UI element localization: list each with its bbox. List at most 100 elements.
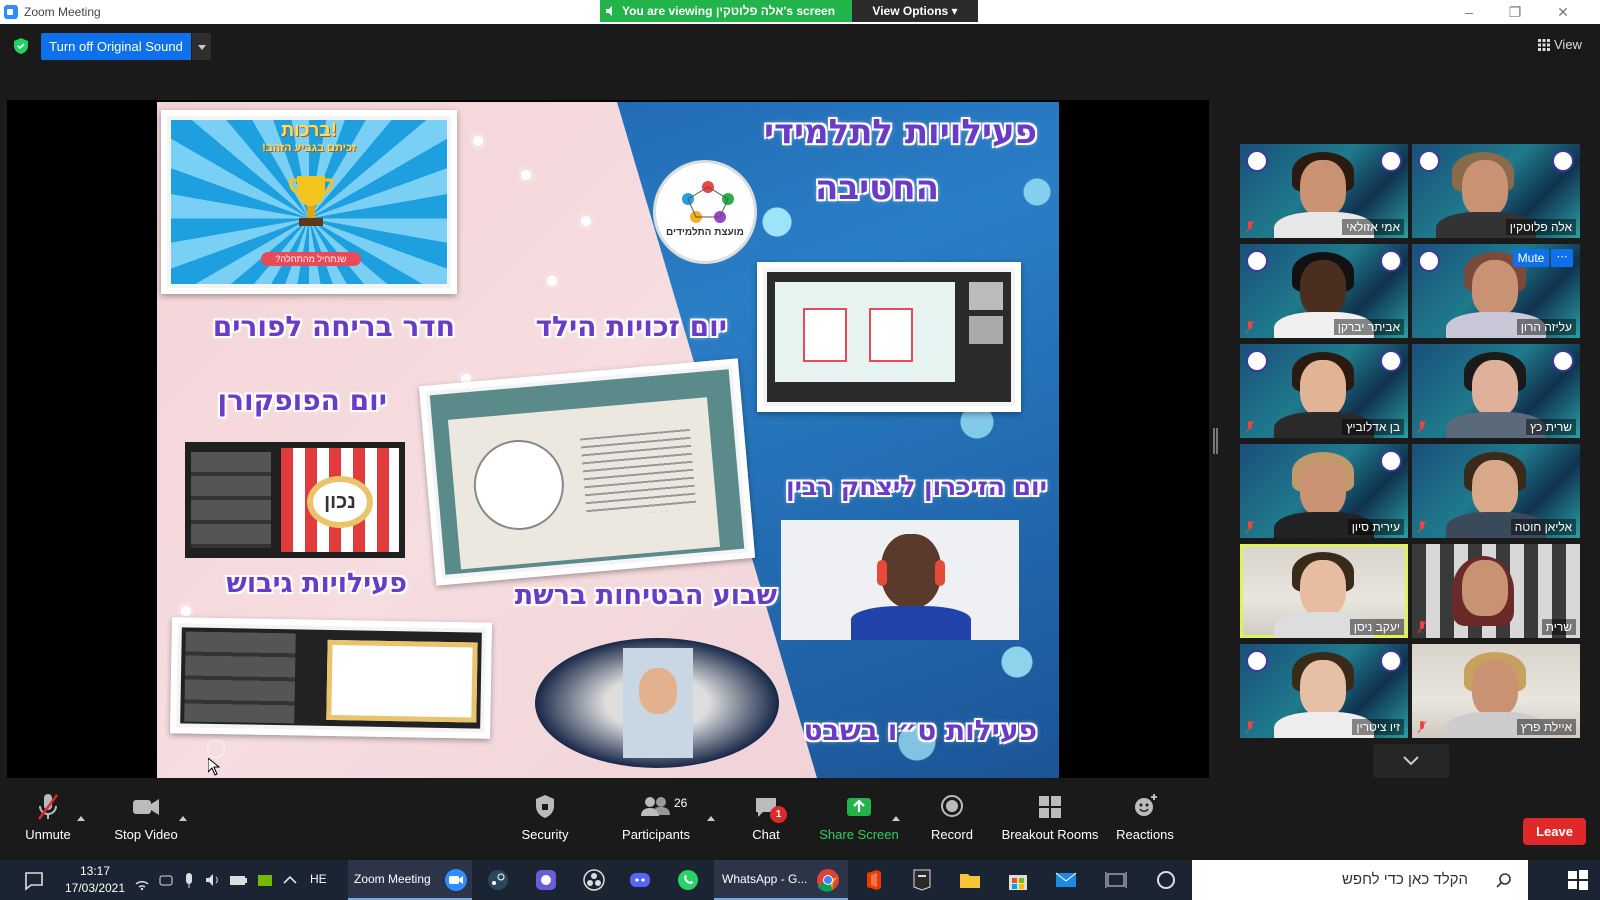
participants-button[interactable]: 26 Participants — [614, 790, 698, 852]
battery-icon[interactable] — [228, 868, 248, 892]
video-options-caret[interactable] — [178, 814, 188, 824]
file-explorer-icon[interactable] — [958, 868, 982, 892]
mic-muted-icon — [1246, 721, 1254, 733]
participant-tile[interactable]: אמי אזולאי — [1240, 144, 1408, 238]
microsoft-store-icon[interactable] — [1006, 868, 1030, 892]
headset-left — [877, 560, 887, 586]
participant-name: אמי אזולאי — [1342, 219, 1404, 235]
participant-tile[interactable]: שרית — [1412, 544, 1580, 638]
participant-tile-active-speaker[interactable]: יעקב ניסן — [1240, 544, 1408, 638]
participants-options-caret[interactable] — [706, 814, 716, 824]
clock-date: 17/03/2021 — [64, 881, 126, 895]
office-icon[interactable] — [862, 868, 886, 892]
label-bonding: פעילויות גיבוש — [226, 568, 407, 599]
discord-icon[interactable] — [628, 868, 652, 892]
slide-photo-kid-headset — [781, 520, 1019, 640]
chat-button[interactable]: Chat — [740, 790, 792, 852]
clock-time: 13:17 — [79, 864, 111, 878]
participant-tile[interactable]: אליאן חוטה — [1412, 444, 1580, 538]
chevron-up-icon[interactable] — [282, 868, 298, 892]
task-view-icon[interactable] — [1104, 868, 1128, 892]
unmute-button[interactable]: Unmute — [14, 790, 82, 852]
app-icon[interactable] — [534, 868, 558, 892]
kid-shirt — [851, 606, 971, 640]
participant-tile[interactable]: בן אדלוביץ — [1240, 344, 1408, 438]
label-popcorn-day: יום הפופקורן — [217, 384, 387, 417]
audio-options-caret[interactable] — [76, 814, 86, 824]
viewing-banner-text: You are viewing אלה פלוטקין's screen — [622, 4, 836, 18]
turn-off-original-sound-button[interactable]: Turn off Original Sound — [41, 33, 191, 60]
view-options-button[interactable]: View Options ▾ — [852, 0, 978, 22]
slide-photo-trophy-screen: ברכות! זכיתם בגביע הזהב! שנתחיל מהתחלה? — [161, 110, 457, 294]
stop-video-button[interactable]: Stop Video — [108, 790, 184, 852]
microphone-tray-icon[interactable] — [182, 868, 196, 892]
participant-more-button[interactable]: ⋯ — [1551, 249, 1573, 267]
participant-name: אליאן חוטה — [1510, 519, 1576, 535]
steam-icon[interactable] — [486, 868, 510, 892]
participant-name: יעקב ניסן — [1349, 619, 1404, 635]
participant-tile[interactable]: שרית כץ — [1412, 344, 1580, 438]
blossom-decoration — [577, 212, 595, 230]
taskbar-search-box[interactable]: הקלד כאן כדי לחפש — [1192, 860, 1528, 900]
action-center-icon[interactable] — [22, 868, 46, 892]
student-council-logo: מועצת התלמידים — [653, 160, 757, 264]
taskbar-whatsapp-chrome[interactable]: WhatsApp - G... — [714, 860, 848, 900]
chat-label: Chat — [752, 827, 780, 842]
record-button[interactable]: Record — [922, 790, 982, 852]
epic-games-icon[interactable] — [910, 868, 934, 892]
cortana-icon[interactable] — [1154, 868, 1178, 892]
slide-title-line2: החטיבה — [815, 168, 939, 208]
popcorn-participant-videos — [191, 452, 271, 548]
breakout-rooms-button[interactable]: Breakout Rooms — [1000, 790, 1100, 852]
mic-muted-icon — [1246, 321, 1254, 333]
windows-start-icon[interactable] — [1566, 868, 1590, 892]
participant-tile[interactable]: אלה פלוטקין — [1412, 144, 1580, 238]
viewing-screen-banner: You are viewing אלה פלוטקין's screen — [600, 0, 852, 22]
participant-name: זיו ציטרין — [1352, 719, 1404, 735]
gallery-next-page-button[interactable] — [1373, 744, 1449, 778]
restore-button[interactable]: ❐ — [1500, 3, 1530, 21]
participant-tile[interactable]: עירית סיון — [1240, 444, 1408, 538]
taskbar-zoom-meeting[interactable]: Zoom Meeting — [348, 860, 472, 900]
speaker-icon — [606, 6, 612, 16]
video-camera-icon — [133, 799, 159, 815]
obs-icon[interactable] — [582, 868, 606, 892]
meeting-toolbar — [0, 778, 1600, 860]
thumb-video — [969, 282, 1003, 310]
minimize-button[interactable]: – — [1454, 3, 1484, 21]
slide-annotation-controls[interactable] — [167, 738, 407, 760]
gallery-resize-handle[interactable] — [1213, 428, 1218, 454]
trophy-screen-restart-button: שנתחיל מהתחלה? — [261, 252, 361, 266]
trophy-screen-subtitle: זכיתם בגביע הזהב! — [262, 142, 356, 154]
annotation-circle-icon[interactable] — [207, 740, 225, 758]
bonding-quiz-card — [326, 639, 478, 723]
language-indicator[interactable]: HE — [310, 872, 327, 886]
close-button[interactable]: ✕ — [1548, 3, 1578, 21]
volume-icon[interactable] — [204, 868, 222, 892]
slide-photo-bonding-screen — [170, 617, 492, 739]
zoom-app-icon — [4, 5, 18, 19]
camera-tray-icon[interactable] — [158, 868, 174, 892]
participant-tile[interactable]: אביתר יברקן — [1240, 244, 1408, 338]
participant-tile[interactable]: זיו ציטרין — [1240, 644, 1408, 738]
original-sound-options-caret[interactable] — [191, 33, 211, 60]
window-title: Zoom Meeting — [24, 5, 101, 19]
share-options-caret[interactable] — [891, 814, 901, 824]
reactions-button[interactable]: Reactions — [1110, 790, 1180, 852]
record-label: Record — [931, 827, 973, 842]
slide-photo-presentation — [418, 358, 756, 586]
encryption-shield-icon[interactable] — [14, 38, 28, 54]
taskbar-clock[interactable]: 13:17 17/03/2021 — [58, 863, 132, 897]
wifi-icon[interactable] — [134, 868, 150, 892]
whatsapp-icon[interactable] — [676, 868, 700, 892]
mail-icon[interactable] — [1054, 868, 1078, 892]
card-image — [869, 308, 913, 362]
leave-meeting-button[interactable]: Leave — [1523, 818, 1586, 845]
nvidia-tray-icon[interactable] — [256, 868, 274, 892]
view-layout-button[interactable]: View — [1538, 34, 1590, 56]
participant-name: איילת פרץ — [1516, 719, 1576, 735]
security-button[interactable]: Security — [510, 790, 580, 852]
participant-tile[interactable]: איילת פרץ — [1412, 644, 1580, 738]
trophy-screen-title: ברכות! — [281, 120, 337, 140]
mute-participant-button[interactable]: Mute — [1513, 249, 1549, 267]
